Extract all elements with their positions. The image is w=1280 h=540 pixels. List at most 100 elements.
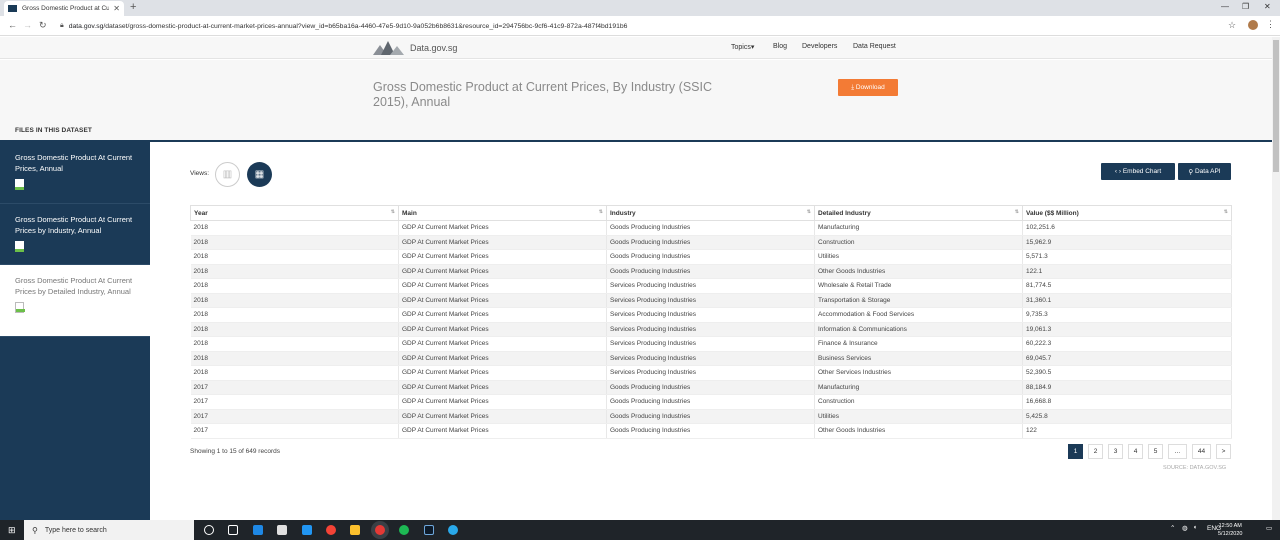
table-row: 2018 GDP At Current Market Prices Goods Pr… bbox=[190, 264, 1232, 279]
maximize-icon[interactable]: ❐ bbox=[1242, 2, 1249, 11]
mail-icon[interactable] bbox=[302, 525, 312, 535]
table-cell: 19,061.3 bbox=[1022, 322, 1232, 337]
table-row: 2018 GDP At Current Market Prices Services… bbox=[190, 293, 1232, 308]
table-row: 2018 GDP At Current Market Prices Goods Pr… bbox=[190, 235, 1232, 250]
table-cell: GDP At Current Market Prices bbox=[398, 380, 607, 395]
table-cell: 2018 bbox=[190, 293, 399, 308]
chrome-icon[interactable] bbox=[326, 525, 336, 535]
nav-blog[interactable]: Blog bbox=[773, 43, 787, 50]
page-button[interactable]: 3 bbox=[1108, 444, 1123, 459]
taskbar-search-input[interactable]: ⚲ Type here to search bbox=[24, 520, 194, 540]
nav-developers[interactable]: Developers bbox=[802, 43, 837, 50]
file-item-gdp-by-industry[interactable]: Gross Domestic Product At Current Prices… bbox=[0, 204, 150, 265]
page-button[interactable]: 44 bbox=[1192, 444, 1211, 459]
column-header[interactable]: Main ⇅ bbox=[398, 205, 607, 221]
file-explorer-icon[interactable] bbox=[350, 525, 360, 535]
table-row: 2018 GDP At Current Market Prices Services… bbox=[190, 322, 1232, 337]
table-cell: Services Producing Industries bbox=[606, 322, 815, 337]
table-cell: Services Producing Industries bbox=[606, 293, 815, 308]
search-icon: ⚲ bbox=[32, 525, 38, 535]
sort-icon[interactable]: ⇅ bbox=[1015, 209, 1019, 215]
url-field[interactable]: 🔒︎ data.gov.sg/dataset/gross-domestic-pr… bbox=[56, 19, 1241, 33]
minimize-icon[interactable]: — bbox=[1221, 2, 1229, 11]
table-cell: Goods Producing Industries bbox=[606, 220, 815, 236]
page-button[interactable]: 1 bbox=[1068, 444, 1083, 459]
data-api-button[interactable]: ⚲ Data API bbox=[1178, 163, 1231, 180]
close-window-icon[interactable]: ✕ bbox=[1264, 2, 1271, 11]
file-item-label: Gross Domestic Product At Current Prices… bbox=[15, 153, 133, 173]
table-row: 2018 GDP At Current Market Prices Services… bbox=[190, 365, 1232, 381]
reload-icon[interactable]: ↻ bbox=[39, 20, 47, 31]
sort-icon[interactable]: ⇅ bbox=[1224, 209, 1228, 215]
close-tab-icon[interactable]: ✕ bbox=[113, 4, 120, 13]
table-cell: Services Producing Industries bbox=[606, 336, 815, 352]
browser-menu-icon[interactable]: ⋮ bbox=[1266, 19, 1275, 30]
tray-chevron-icon[interactable]: ⌃ bbox=[1170, 524, 1175, 532]
page-button[interactable]: 2 bbox=[1088, 444, 1103, 459]
source-credit: SOURCE: DATA.GOV.SG bbox=[1163, 465, 1227, 471]
table-row: 2017 GDP At Current Market Prices Goods Pr… bbox=[190, 380, 1232, 395]
table-cell: Goods Producing Industries bbox=[606, 249, 815, 265]
column-header[interactable]: Detailed Industry ⇅ bbox=[814, 205, 1023, 221]
nav-topics[interactable]: Topics▾ bbox=[731, 43, 754, 51]
back-icon[interactable]: ← bbox=[8, 20, 17, 30]
column-header[interactable]: Value ($$ Million) ⇅ bbox=[1022, 205, 1232, 221]
table-cell: 102,251.6 bbox=[1022, 220, 1232, 236]
edge-browser-icon[interactable] bbox=[253, 525, 263, 535]
download-button[interactable]: ⤓ Download bbox=[838, 79, 898, 96]
forward-icon[interactable]: → bbox=[23, 20, 32, 30]
cortana-icon[interactable] bbox=[204, 525, 214, 535]
file-item-label: Gross Domestic Product At Current Prices… bbox=[15, 276, 133, 296]
windows-start-icon[interactable]: ⊞ bbox=[8, 525, 16, 536]
page-button[interactable]: 5 bbox=[1148, 444, 1163, 459]
table-cell: 2018 bbox=[190, 249, 399, 265]
table-view-button[interactable]: ▦ bbox=[247, 162, 272, 187]
profile-avatar[interactable] bbox=[1248, 20, 1258, 30]
chrome-active-icon[interactable] bbox=[375, 525, 385, 535]
bookmark-star-icon[interactable]: ☆ bbox=[1228, 20, 1236, 31]
table-row: 2017 GDP At Current Market Prices Goods Pr… bbox=[190, 394, 1232, 410]
clock-time: 12:50 AM bbox=[1218, 523, 1242, 529]
table-cell: 2018 bbox=[190, 307, 399, 323]
sort-icon[interactable]: ⇅ bbox=[391, 209, 395, 215]
task-view-icon[interactable] bbox=[228, 525, 238, 535]
chart-view-button[interactable]: ▥ bbox=[215, 162, 240, 187]
table-cell: 31,360.1 bbox=[1022, 293, 1232, 308]
table-cell: 2017 bbox=[190, 394, 399, 410]
notifications-icon[interactable]: ▭ bbox=[1266, 524, 1272, 532]
column-header[interactable]: Industry ⇅ bbox=[606, 205, 815, 221]
embed-chart-button[interactable]: ‹ › Embed Chart bbox=[1101, 163, 1175, 180]
file-item-gdp-annual[interactable]: Gross Domestic Product At Current Prices… bbox=[0, 142, 150, 204]
network-icon[interactable]: ◍ bbox=[1182, 524, 1188, 532]
sort-icon[interactable]: ⇅ bbox=[599, 209, 603, 215]
table-cell: GDP At Current Market Prices bbox=[398, 249, 607, 265]
file-item-gdp-by-detailed-industry[interactable]: Gross Domestic Product At Current Prices… bbox=[0, 265, 150, 337]
volume-icon[interactable]: ◖ bbox=[1193, 524, 1197, 531]
table-cell: 69,045.7 bbox=[1022, 351, 1232, 366]
spotify-icon[interactable] bbox=[399, 525, 409, 535]
site-logo[interactable]: Data.gov.sg bbox=[373, 41, 457, 55]
browser-tab[interactable]: Gross Domestic Product at Current ✕ bbox=[4, 1, 124, 16]
app-icon[interactable] bbox=[424, 525, 434, 535]
data-table: Year ⇅ Main ⇅ Industry ⇅ Detailed Industry ⇅ Val… bbox=[190, 205, 1232, 439]
table-cell: Wholesale & Retail Trade bbox=[814, 278, 1023, 294]
column-header[interactable]: Year ⇅ bbox=[190, 205, 399, 221]
sort-icon[interactable]: ⇅ bbox=[807, 209, 811, 215]
table-cell: Manufacturing bbox=[814, 380, 1023, 395]
table-cell: GDP At Current Market Prices bbox=[398, 409, 607, 424]
table-row: 2018 GDP At Current Market Prices Services… bbox=[190, 307, 1232, 323]
table-cell: Services Producing Industries bbox=[606, 278, 815, 294]
next-page-button[interactable]: > bbox=[1216, 444, 1231, 459]
page-button[interactable]: 4 bbox=[1128, 444, 1143, 459]
dataset-header: Gross Domestic Product at Current Prices… bbox=[0, 60, 1272, 142]
table-cell: Manufacturing bbox=[814, 220, 1023, 236]
table-cell: 2018 bbox=[190, 336, 399, 352]
nav-data-request[interactable]: Data Request bbox=[853, 43, 896, 50]
store-icon[interactable] bbox=[277, 525, 287, 535]
table-cell: GDP At Current Market Prices bbox=[398, 322, 607, 337]
taskbar-clock[interactable]: 12:50 AM 5/12/2020 bbox=[1218, 522, 1242, 538]
column-header-label: Year bbox=[194, 209, 208, 217]
page-scrollbar-thumb[interactable] bbox=[1273, 40, 1279, 172]
new-tab-icon[interactable]: + bbox=[130, 1, 136, 13]
telegram-icon[interactable] bbox=[448, 525, 458, 535]
